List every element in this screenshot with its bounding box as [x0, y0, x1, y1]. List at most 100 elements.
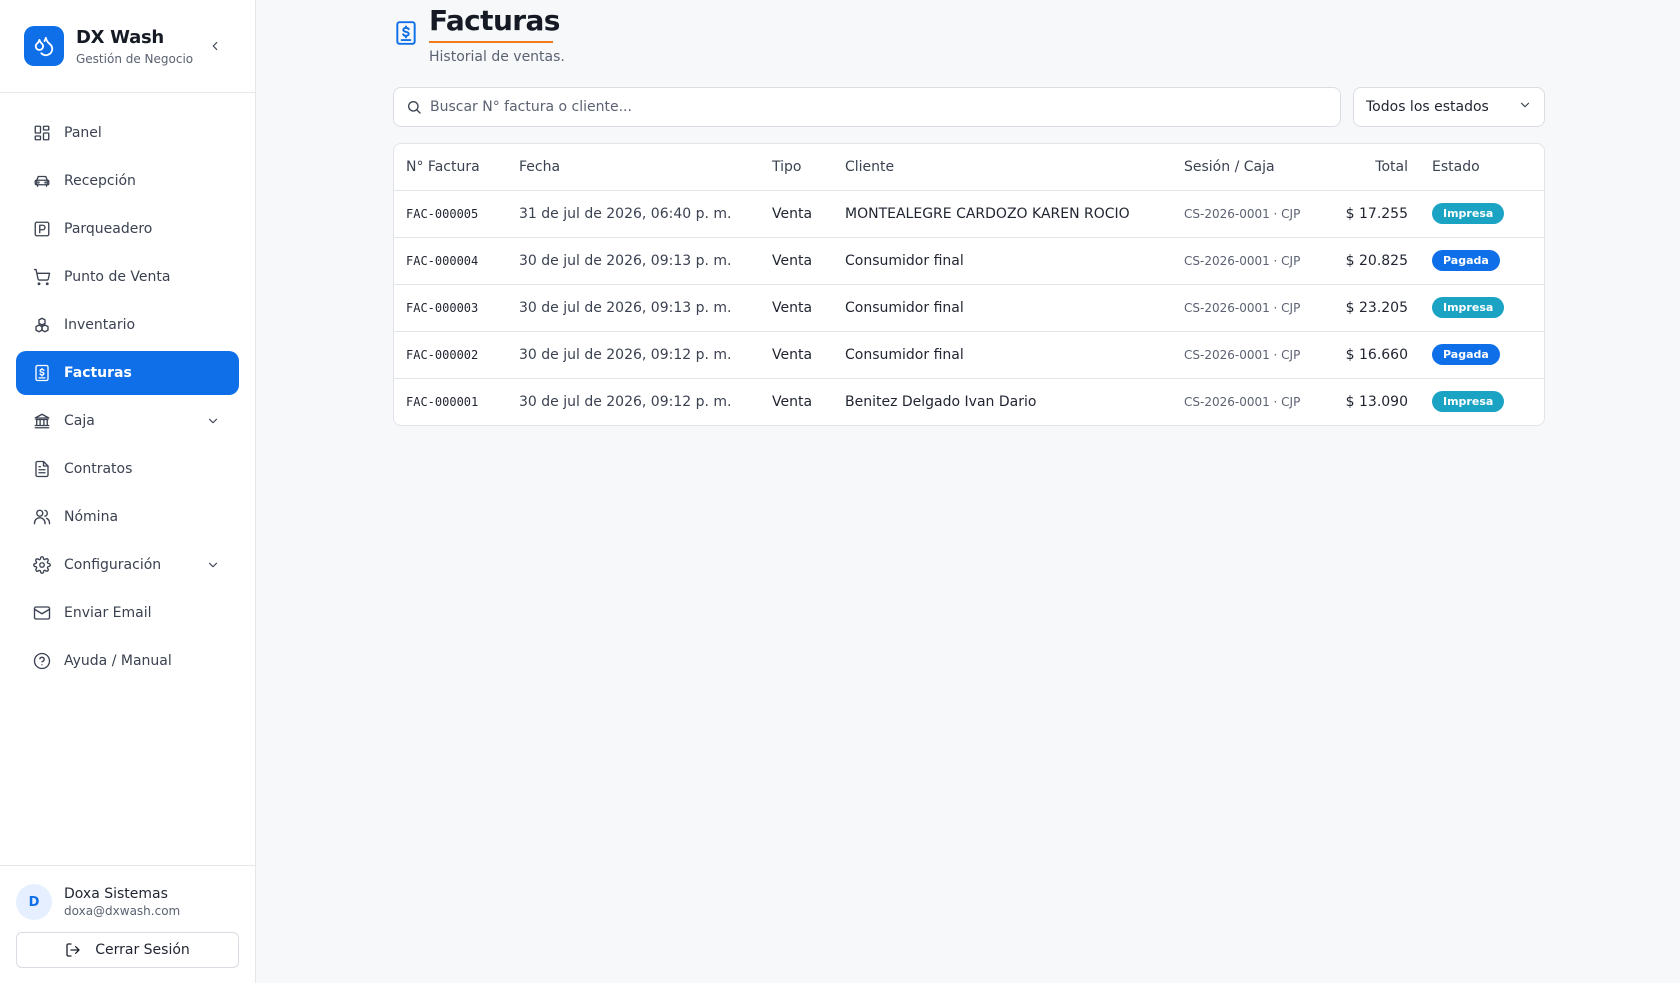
- nav-item-enviar-email[interactable]: Enviar Email: [16, 591, 239, 635]
- invoice-total: $ 23.205: [1328, 284, 1420, 332]
- invoice-type: Venta: [760, 190, 833, 238]
- status-badge: Impresa: [1432, 203, 1505, 224]
- chevron-down-icon[interactable]: [203, 411, 223, 431]
- nav-item-caja[interactable]: Caja: [16, 399, 239, 443]
- invoice-number: FAC-000003: [394, 284, 507, 332]
- search-input[interactable]: [430, 99, 1328, 115]
- nav-label: Inventario: [64, 317, 136, 333]
- nav-label: Nómina: [64, 509, 119, 525]
- invoice-number: FAC-000005: [394, 190, 507, 238]
- nav-label: Ayuda / Manual: [64, 653, 172, 669]
- invoice-number: FAC-000001: [406, 394, 479, 409]
- brand-name: DX Wash: [76, 26, 164, 48]
- brand-subtitle: Gestión de Negocio: [76, 51, 194, 66]
- page-title: Facturas: [429, 4, 560, 37]
- chevron-left-icon: [212, 41, 218, 51]
- invoices-table: N° Factura Fecha Tipo Cliente Sesión / C…: [394, 144, 1544, 425]
- invoice-date: 30 de jul de 2026, 09:12 p. m.: [507, 331, 760, 379]
- invoice-status-cell: Pagada: [1420, 331, 1544, 379]
- column-header[interactable]: Tipo: [760, 144, 833, 191]
- avatar: D: [16, 884, 52, 920]
- column-header[interactable]: Total: [1328, 144, 1420, 191]
- nav-label: Punto de Venta: [64, 269, 171, 285]
- invoice-client: Consumidor final: [833, 237, 1172, 285]
- invoice-number: FAC-000002: [394, 331, 507, 379]
- title-underline: [429, 41, 553, 43]
- column-header[interactable]: Fecha: [507, 144, 760, 191]
- invoice-session: CS-2026-0001 · CJP: [1172, 284, 1328, 332]
- car-icon: [32, 171, 52, 191]
- nav-item-punto-de-venta[interactable]: Punto de Venta: [16, 255, 239, 299]
- status-badge: Pagada: [1432, 250, 1500, 271]
- column-header[interactable]: Estado: [1420, 144, 1544, 191]
- user-email: doxa@dxwash.com: [64, 904, 181, 918]
- collapse-sidebar-button[interactable]: [205, 36, 225, 56]
- nav-item-inventario[interactable]: Inventario: [16, 303, 239, 347]
- nav-label: Enviar Email: [64, 605, 152, 621]
- table-row[interactable]: FAC-000004 30 de jul de 2026, 09:13 p. m…: [394, 237, 1544, 285]
- column-header[interactable]: Sesión / Caja: [1172, 144, 1328, 191]
- invoice-status-cell: Impresa: [1420, 284, 1544, 332]
- status-filter-select[interactable]: Todos los estados: [1353, 87, 1545, 127]
- invoice-total: $ 17.255: [1328, 190, 1420, 238]
- invoice-date: 30 de jul de 2026, 09:13 p. m.: [507, 284, 760, 332]
- user-profile: D Doxa Sistemas doxa@dxwash.com: [16, 884, 239, 920]
- sidebar-footer: D Doxa Sistemas doxa@dxwash.com Cerrar S…: [0, 865, 255, 983]
- gear-icon: [32, 555, 52, 575]
- invoice-number: FAC-000004: [394, 237, 507, 285]
- table-row[interactable]: FAC-000003 30 de jul de 2026, 09:13 p. m…: [394, 284, 1544, 332]
- nav-label: Configuración: [64, 557, 162, 573]
- status-badge: Impresa: [1432, 391, 1505, 413]
- users-icon: [32, 507, 52, 527]
- boxes-icon: [32, 315, 52, 335]
- nav-item-ayuda[interactable]: Ayuda / Manual: [16, 639, 239, 683]
- table-row[interactable]: FAC-000002 30 de jul de 2026, 09:12 p. m…: [394, 331, 1544, 379]
- nav-item-nomina[interactable]: Nómina: [16, 495, 239, 539]
- nav-item-recepcion[interactable]: Recepción: [16, 159, 239, 203]
- nav-label: Facturas: [64, 365, 132, 381]
- nav-label: Caja: [64, 413, 95, 429]
- table-row[interactable]: FAC-000001 30 de jul de 2026, 09:12 p. m…: [394, 378, 1544, 425]
- page-header: Facturas Historial de ventas.: [393, 2, 1545, 65]
- invoice-client: Consumidor final: [833, 331, 1172, 379]
- brand-header: DX Wash Gestión de Negocio: [0, 0, 255, 93]
- invoice-status-cell: Impresa: [1420, 378, 1544, 425]
- nav-item-configuracion[interactable]: Configuración: [16, 543, 239, 587]
- logout-button[interactable]: Cerrar Sesión: [16, 932, 239, 968]
- invoices-table-card: N° Factura Fecha Tipo Cliente Sesión / C…: [393, 143, 1545, 426]
- nav-label: Panel: [64, 125, 102, 141]
- page-subtitle: Historial de ventas.: [429, 49, 565, 65]
- invoice-icon: [32, 363, 52, 383]
- invoice-type: Venta: [772, 393, 813, 410]
- chevron-down-icon[interactable]: [203, 555, 223, 575]
- invoice-status-cell: Impresa: [1420, 190, 1544, 238]
- column-header[interactable]: Cliente: [833, 144, 1172, 191]
- parking-icon: [32, 219, 52, 239]
- nav-item-facturas[interactable]: Facturas: [16, 351, 239, 395]
- nav-item-contratos[interactable]: Contratos: [16, 447, 239, 491]
- invoice-session: CS-2026-0001 · CJP: [1172, 190, 1328, 238]
- status-badge: Pagada: [1432, 344, 1500, 365]
- droplet-logo-icon: [24, 26, 64, 66]
- table-row[interactable]: FAC-000005 31 de jul de 2026, 06:40 p. m…: [394, 190, 1544, 238]
- column-header[interactable]: N° Factura: [394, 144, 507, 191]
- mail-icon: [32, 603, 52, 623]
- nav-item-panel[interactable]: Panel: [16, 111, 239, 155]
- sidebar: DX Wash Gestión de Negocio Panel Recepci…: [0, 0, 256, 983]
- nav-label: Parqueadero: [64, 221, 153, 237]
- invoice-session: CS-2026-0001 · CJP: [1184, 394, 1301, 409]
- invoice-date: 31 de jul de 2026, 06:40 p. m.: [507, 190, 760, 238]
- invoice-type: Venta: [760, 331, 833, 379]
- invoice-client: MONTEALEGRE CARDOZO KAREN ROCIO: [833, 190, 1172, 238]
- search-box: [393, 87, 1341, 127]
- table-header-row: N° Factura Fecha Tipo Cliente Sesión / C…: [394, 144, 1544, 191]
- invoice-icon: [393, 20, 419, 50]
- nav-label: Contratos: [64, 461, 133, 477]
- invoice-client: Benitez Delgado Ivan Dario: [845, 393, 1037, 410]
- logout-label: Cerrar Sesión: [95, 942, 190, 958]
- chevron-down-icon: [1518, 98, 1532, 116]
- invoice-date: 30 de jul de 2026, 09:12 p. m.: [519, 393, 732, 410]
- dashboard-icon: [32, 123, 52, 143]
- nav-item-parqueadero[interactable]: Parqueadero: [16, 207, 239, 251]
- document-icon: [32, 459, 52, 479]
